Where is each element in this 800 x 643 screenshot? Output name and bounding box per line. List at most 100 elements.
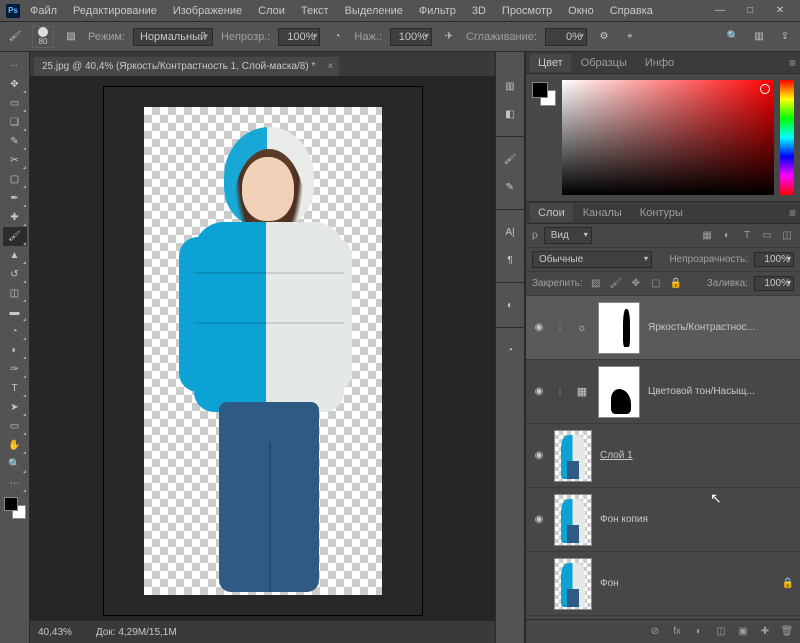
tool-healing[interactable]: ✚ bbox=[3, 208, 27, 227]
window-maximize[interactable]: □ bbox=[736, 2, 764, 20]
layer-thumb[interactable] bbox=[554, 558, 592, 610]
menu-help[interactable]: Справка bbox=[604, 2, 659, 20]
menu-filter[interactable]: Фильтр bbox=[413, 2, 462, 20]
opacity-value[interactable]: 100% bbox=[278, 28, 320, 46]
tool-crop[interactable]: ✂ bbox=[3, 151, 27, 170]
symmetry-icon[interactable]: ⌖ bbox=[621, 28, 639, 46]
window-close[interactable]: ✕ bbox=[766, 2, 794, 20]
lock-artboard-icon[interactable]: ▢ bbox=[649, 277, 663, 291]
layer-kind-dropdown[interactable]: Вид bbox=[544, 227, 592, 244]
blend-mode-dropdown[interactable]: Нормальный bbox=[133, 28, 213, 46]
menu-edit[interactable]: Редактирование bbox=[67, 2, 163, 20]
hue-slider[interactable] bbox=[780, 80, 794, 195]
document-tab[interactable]: 25.jpg @ 40,4% (Яркость/Контрастность 1,… bbox=[34, 57, 339, 76]
filter-pixel-icon[interactable]: ▦ bbox=[700, 229, 714, 243]
styles-panel-icon[interactable]: ◔ bbox=[500, 340, 520, 360]
layers-footer-icon-3[interactable]: ◫ bbox=[714, 625, 728, 639]
layer-mask-thumb[interactable] bbox=[598, 366, 640, 418]
brush-preset-picker[interactable]: 80 bbox=[32, 26, 54, 48]
brushes-panel-icon[interactable]: 🖌 bbox=[500, 149, 520, 169]
close-tab-icon[interactable]: × bbox=[328, 61, 334, 72]
flow-value[interactable]: 100% bbox=[390, 28, 432, 46]
menu-select[interactable]: Выделение bbox=[339, 2, 409, 20]
layer-row-brightness[interactable]: ◉⁞☼Яркость/Контрастнос... bbox=[526, 296, 800, 360]
layer-visibility-icon[interactable] bbox=[532, 577, 546, 591]
paragraph-panel-icon[interactable]: ¶ bbox=[500, 250, 520, 270]
menu-text[interactable]: Текст bbox=[295, 2, 335, 20]
tab-info[interactable]: Инфо bbox=[637, 54, 682, 72]
tool-marquee[interactable]: ▭ bbox=[3, 94, 27, 113]
color-panel-menu-icon[interactable]: ≡ bbox=[789, 56, 796, 70]
lock-position-icon[interactable]: ✥ bbox=[629, 277, 643, 291]
tool-preset-icon[interactable]: 🖌 bbox=[6, 28, 24, 46]
tool-path-select[interactable]: ➤ bbox=[3, 398, 27, 417]
opacity-pressure-icon[interactable]: ◔ bbox=[328, 28, 346, 46]
canvas[interactable] bbox=[30, 76, 495, 621]
tool-eraser[interactable]: ◫ bbox=[3, 284, 27, 303]
brush-settings-icon[interactable]: ▨ bbox=[62, 28, 80, 46]
layers-footer-icon-4[interactable]: ▣ bbox=[736, 625, 750, 639]
menu-file[interactable]: Файл bbox=[24, 2, 63, 20]
lock-all-icon[interactable]: 🔒 bbox=[669, 277, 683, 291]
layer-visibility-icon[interactable]: ◉ bbox=[532, 385, 546, 399]
airbrush-icon[interactable]: ✈ bbox=[440, 28, 458, 46]
tab-paths[interactable]: Контуры bbox=[632, 204, 691, 222]
tool-gradient[interactable]: ▬ bbox=[3, 303, 27, 322]
tool-type[interactable]: T bbox=[3, 379, 27, 398]
tab-color[interactable]: Цвет bbox=[530, 54, 571, 72]
layer-row-bg[interactable]: Фон🔒 bbox=[526, 552, 800, 616]
filter-type-icon[interactable]: T bbox=[740, 229, 754, 243]
layer-name[interactable]: Яркость/Контрастнос... bbox=[648, 322, 755, 333]
tool-blur[interactable]: ◔ bbox=[3, 322, 27, 341]
layer-thumb[interactable] bbox=[554, 430, 592, 482]
layer-opacity-value[interactable]: 100% bbox=[754, 252, 794, 267]
layers-footer-icon-0[interactable]: ⊘ bbox=[648, 625, 662, 639]
tool-history-brush[interactable]: ↺ bbox=[3, 265, 27, 284]
tool-hand[interactable]: ✋ bbox=[3, 436, 27, 455]
dock-grip[interactable]: ·· bbox=[3, 56, 27, 75]
brush-settings-panel-icon[interactable]: ✎ bbox=[500, 177, 520, 197]
filter-smart-icon[interactable]: ◫ bbox=[780, 229, 794, 243]
search-icon[interactable]: 🔍 bbox=[724, 28, 742, 46]
layers-footer-icon-2[interactable]: ◐ bbox=[692, 625, 706, 639]
menu-image[interactable]: Изображение bbox=[167, 2, 248, 20]
layers-footer-icon-5[interactable]: ✚ bbox=[758, 625, 772, 639]
tool-brush[interactable]: 🖌 bbox=[3, 227, 27, 246]
workspace-icon[interactable]: ▥ bbox=[750, 28, 768, 46]
tab-channels[interactable]: Каналы bbox=[575, 204, 630, 222]
character-panel-icon[interactable]: A| bbox=[500, 222, 520, 242]
tool-dodge[interactable]: ◐ bbox=[3, 341, 27, 360]
lock-transparency-icon[interactable]: ▨ bbox=[589, 277, 603, 291]
smoothing-value[interactable]: 0% bbox=[545, 28, 587, 46]
properties-panel-icon[interactable]: ◧ bbox=[500, 104, 520, 124]
menu-view[interactable]: Просмотр bbox=[496, 2, 558, 20]
layer-visibility-icon[interactable]: ◉ bbox=[532, 321, 546, 335]
layers-panel-menu-icon[interactable]: ≡ bbox=[789, 206, 796, 220]
menu-layers[interactable]: Слои bbox=[252, 2, 291, 20]
layer-visibility-icon[interactable]: ◉ bbox=[532, 449, 546, 463]
layer-row-hue[interactable]: ◉⁞▦Цветовой тон/Насыщ... bbox=[526, 360, 800, 424]
history-panel-icon[interactable]: ▥ bbox=[500, 76, 520, 96]
tool-edit-toolbar[interactable]: ⋯ bbox=[3, 474, 27, 493]
layer-row-layer1[interactable]: ◉ Слой 1 bbox=[526, 424, 800, 488]
fill-value[interactable]: 100% bbox=[754, 276, 794, 291]
tab-layers[interactable]: Слои bbox=[530, 204, 573, 222]
tool-rectangle[interactable]: ▭ bbox=[3, 417, 27, 436]
lock-image-icon[interactable]: 🖌 bbox=[609, 277, 623, 291]
window-minimize[interactable]: — bbox=[706, 2, 734, 20]
menu-3d[interactable]: 3D bbox=[466, 2, 492, 20]
menu-window[interactable]: Окно bbox=[562, 2, 600, 20]
color-field[interactable] bbox=[562, 80, 774, 195]
layer-name[interactable]: Слой 1 bbox=[600, 450, 633, 461]
layers-footer-icon-6[interactable]: 🗑 bbox=[780, 625, 794, 639]
share-icon[interactable]: ⇪ bbox=[776, 28, 794, 46]
layer-name[interactable]: Цветовой тон/Насыщ... bbox=[648, 386, 755, 397]
tool-frame[interactable]: ▢ bbox=[3, 170, 27, 189]
layer-mask-thumb[interactable] bbox=[598, 302, 640, 354]
tool-lasso[interactable]: ❏ bbox=[3, 113, 27, 132]
layer-row-bgcopy[interactable]: ◉Фон копия bbox=[526, 488, 800, 552]
tool-pen[interactable]: ✑ bbox=[3, 360, 27, 379]
tab-swatches[interactable]: Образцы bbox=[573, 54, 635, 72]
layers-footer-icon-1[interactable]: fx bbox=[670, 625, 684, 639]
layer-name[interactable]: Фон копия bbox=[600, 514, 648, 525]
